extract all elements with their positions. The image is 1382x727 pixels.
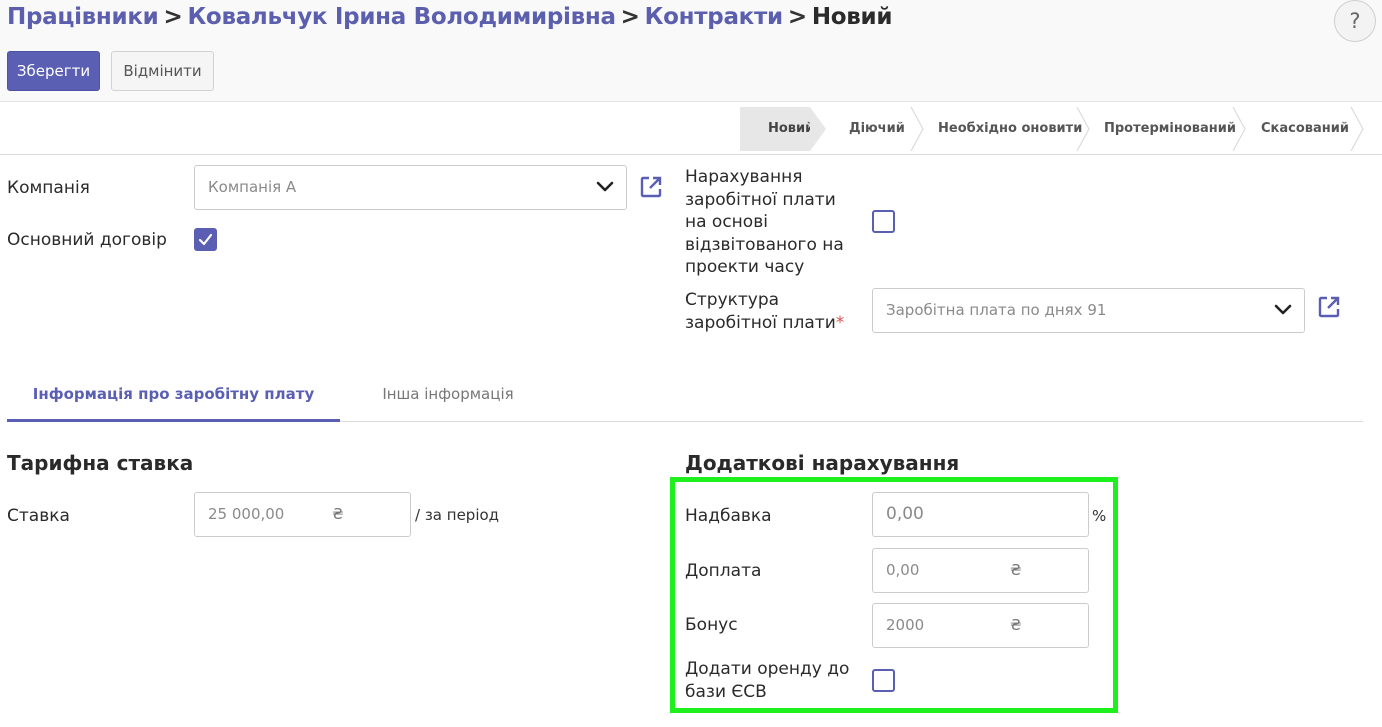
timesheet-payroll-label: Нарахування заробітної плати на основі в… (685, 166, 844, 279)
control-panel: Працівники > Ковальчук Ірина Володимирівна… (0, 0, 1382, 102)
company-label: Компанія (7, 178, 90, 198)
stage-arrow (810, 107, 826, 151)
salary-structure-value: Заробітна плата по днях 91 (886, 301, 1107, 319)
label-line: відзвітованого на (685, 234, 844, 255)
stage-label: Скасований (1261, 121, 1349, 136)
stage-label: Новий (768, 121, 815, 136)
tab-other-information[interactable]: Інша інформація (340, 368, 556, 422)
breadcrumb-employees-link[interactable]: Працівники (7, 4, 159, 30)
stage-label: Діючий (849, 121, 905, 136)
main-contract-checkbox[interactable] (194, 228, 217, 251)
stage-new[interactable]: Новий (740, 107, 814, 151)
currency-symbol: ₴ (332, 505, 344, 523)
external-link-icon[interactable] (639, 175, 663, 199)
external-link-icon[interactable] (1317, 295, 1341, 319)
wage-section-title: Тарифна ставка (7, 451, 194, 475)
stage-divider-icon (1232, 107, 1246, 151)
stage-to-renew[interactable]: Необхідно оновити (938, 107, 1082, 151)
highlight-frame (670, 477, 1118, 713)
stage-divider-icon (1350, 107, 1364, 151)
label-line: заробітної плати (685, 189, 836, 210)
required-mark: * (835, 312, 845, 333)
stage-expired[interactable]: Протермінований (1104, 107, 1236, 151)
breadcrumb-contracts-link[interactable]: Контракти (645, 4, 783, 30)
label-line: Структура (685, 290, 780, 310)
chevron-down-icon (1274, 304, 1292, 315)
rate-input[interactable]: 25 000,00 ₴ (194, 492, 411, 537)
breadcrumb-separator: > (163, 4, 183, 30)
label-line: на основі (685, 212, 768, 232)
main-contract-label: Основний договір (7, 230, 167, 250)
stage-active-contract[interactable]: Діючий (849, 107, 905, 151)
rate-period-suffix: / за період (415, 506, 500, 524)
stage-label: Протермінований (1104, 121, 1236, 136)
rate-value: 25 000,00 (208, 505, 285, 523)
label-line: заробітної плати (685, 312, 836, 333)
help-button[interactable]: ? (1334, 0, 1376, 42)
breadcrumb-separator: > (620, 4, 640, 30)
tab-salary-information[interactable]: Інформація про заробітну плату (7, 368, 340, 422)
cancel-button[interactable]: Відмінити (111, 51, 214, 91)
timesheet-payroll-checkbox[interactable] (872, 210, 895, 233)
stage-divider-icon (910, 107, 924, 151)
salary-structure-select[interactable]: Заробітна плата по днях 91 (872, 288, 1305, 333)
breadcrumb: Працівники > Ковальчук Ірина Володимирівна… (7, 4, 892, 30)
rate-label: Ставка (7, 506, 70, 526)
salary-structure-label: Структура заробітної плати* (685, 289, 844, 334)
stage-divider-icon (1076, 107, 1090, 151)
label-line: проекти часу (685, 257, 805, 277)
chevron-down-icon (596, 181, 614, 192)
company-value: Компанія А (208, 178, 297, 196)
stage-label: Необхідно оновити (938, 121, 1083, 136)
stage-cancelled[interactable]: Скасований (1261, 107, 1349, 151)
breadcrumb-current: Новий (811, 4, 893, 30)
save-button[interactable]: Зберегти (7, 51, 100, 91)
notebook-tabs: Інформація про заробітну плату Інша інфо… (7, 368, 1363, 422)
label-line: Нарахування (685, 167, 803, 187)
extra-accruals-title: Додаткові нарахування (685, 451, 960, 475)
breadcrumb-separator: > (787, 4, 807, 30)
breadcrumb-employee-link[interactable]: Ковальчук Ірина Володимирівна (187, 4, 616, 30)
company-select[interactable]: Компанія А (194, 165, 627, 210)
checkmark-icon (198, 233, 213, 246)
status-bar: Новий Діючий Необхідно оновити Протермін… (0, 102, 1382, 155)
